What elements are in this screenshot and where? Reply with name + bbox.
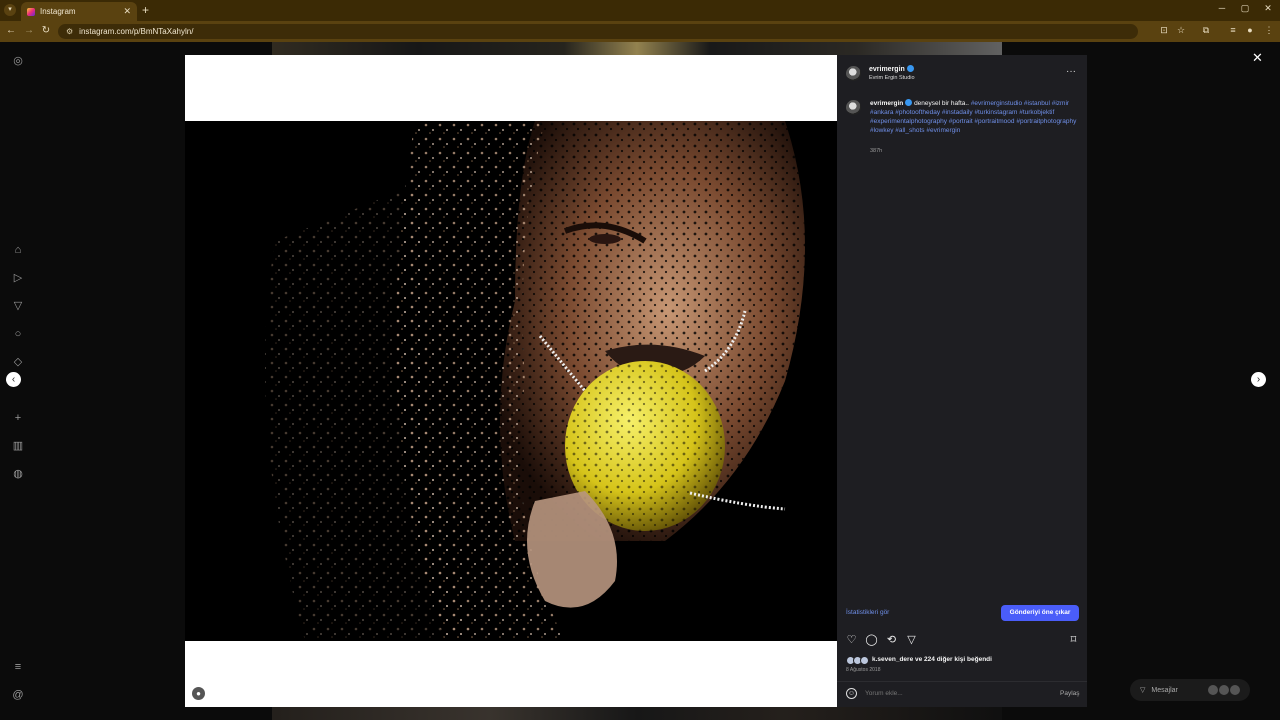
avatar: [1230, 685, 1240, 695]
menu-icon[interactable]: ≡: [10, 659, 26, 675]
tab-close-icon[interactable]: ✕: [123, 6, 131, 17]
location-label[interactable]: Evrim Ergin Studio: [869, 75, 915, 81]
avatar: [1219, 685, 1229, 695]
caption-username[interactable]: evrimergin: [870, 100, 903, 107]
verified-badge-icon: [906, 65, 914, 72]
search-icon[interactable]: ○: [10, 326, 26, 342]
portrait-illustration: [185, 121, 837, 641]
back-icon[interactable]: ←: [5, 25, 17, 36]
minimize-button[interactable]: ─: [1215, 3, 1229, 13]
threads-icon[interactable]: @: [10, 687, 26, 703]
post-caption: evrimergin deneysel bir hafta.. #evrimer…: [870, 99, 1078, 135]
install-app-icon[interactable]: ⊡: [1158, 25, 1170, 36]
background-feed-strip: [272, 707, 1002, 720]
browser-tab[interactable]: Instagram ✕: [21, 2, 137, 21]
share-icon[interactable]: ▽: [905, 634, 918, 647]
avatar: [1208, 685, 1218, 695]
instagram-logo-icon[interactable]: ◎: [10, 53, 26, 69]
repost-icon[interactable]: ⟲: [885, 634, 898, 647]
extensions-icon[interactable]: ⧉: [1200, 25, 1212, 36]
messages-avatars: [1208, 685, 1240, 695]
tagged-people-icon[interactable]: ●: [192, 687, 205, 700]
site-info-icon[interactable]: ⚙: [66, 27, 73, 36]
dashboard-icon[interactable]: ▥: [10, 438, 26, 454]
more-options-icon[interactable]: ···: [1066, 66, 1076, 77]
home-icon[interactable]: ⌂: [10, 242, 26, 258]
previous-post-button[interactable]: ‹: [6, 372, 21, 387]
comment-divider: [837, 681, 1087, 682]
profile-icon[interactable]: ◍: [10, 466, 26, 482]
likes-summary[interactable]: k.seven_dere ve 224 diğer kişi beğendi: [872, 656, 992, 663]
profile-avatar-icon[interactable]: ●: [1244, 25, 1256, 35]
author-avatar[interactable]: [846, 66, 861, 81]
tab-search-button[interactable]: ▾: [4, 4, 16, 16]
emoji-icon[interactable]: ☺: [846, 688, 857, 699]
comment-input[interactable]: [865, 690, 1045, 697]
verified-badge-icon: [905, 99, 913, 106]
messages-icon: ▽: [1140, 687, 1146, 694]
boost-post-button[interactable]: Gönderiyi öne çıkar: [1001, 605, 1079, 621]
post-date: 8 Ağustos 2018: [846, 667, 881, 673]
reload-icon[interactable]: ↻: [40, 25, 52, 36]
window-close-button[interactable]: ✕: [1261, 3, 1275, 14]
caption-timestamp: 387h: [870, 148, 883, 154]
like-heart-icon[interactable]: ♡: [845, 634, 858, 647]
post-comment-button[interactable]: Paylaş: [1060, 690, 1080, 697]
forward-icon[interactable]: →: [23, 25, 35, 36]
save-bookmark-icon[interactable]: ⌑: [1067, 634, 1080, 647]
browser-menu-icon[interactable]: ⋮: [1263, 25, 1275, 36]
new-tab-button[interactable]: +: [142, 3, 149, 17]
author-username-text[interactable]: evrimergin: [869, 66, 905, 73]
url-text: instagram.com/p/BmNTaXahyln/: [79, 27, 194, 36]
messages-icon[interactable]: ▽: [10, 298, 26, 314]
reels-icon[interactable]: ▷: [10, 270, 26, 286]
background-feed-strip: [272, 42, 1002, 55]
bookmark-star-icon[interactable]: ☆: [1175, 25, 1187, 36]
browser-tab-bar: [0, 0, 1280, 21]
liker-avatar: [860, 656, 869, 665]
address-bar[interactable]: ⚙ instagram.com/p/BmNTaXahyln/: [58, 24, 1138, 39]
caption-avatar[interactable]: [846, 100, 861, 115]
comment-icon[interactable]: ◯: [865, 634, 878, 647]
view-insights-link[interactable]: İstatistikleri gör: [846, 609, 889, 616]
instagram-favicon-icon: [27, 7, 35, 16]
close-modal-icon[interactable]: ✕: [1252, 50, 1263, 66]
maximize-button[interactable]: ▢: [1238, 3, 1252, 14]
tab-title: Instagram: [40, 7, 76, 16]
caption-text: deneysel bir hafta..: [914, 100, 969, 107]
messages-widget[interactable]: ▽ Mesajlar: [1130, 679, 1250, 701]
explore-icon[interactable]: ◇: [10, 354, 26, 370]
messages-label: Mesajlar: [1151, 686, 1178, 694]
media-controls-icon[interactable]: ≡: [1227, 25, 1239, 35]
create-icon[interactable]: +: [10, 410, 26, 426]
next-post-button[interactable]: ›: [1251, 372, 1266, 387]
liker-avatars: [846, 656, 870, 665]
author-username[interactable]: evrimergin: [869, 65, 914, 73]
post-photo[interactable]: [185, 121, 837, 641]
